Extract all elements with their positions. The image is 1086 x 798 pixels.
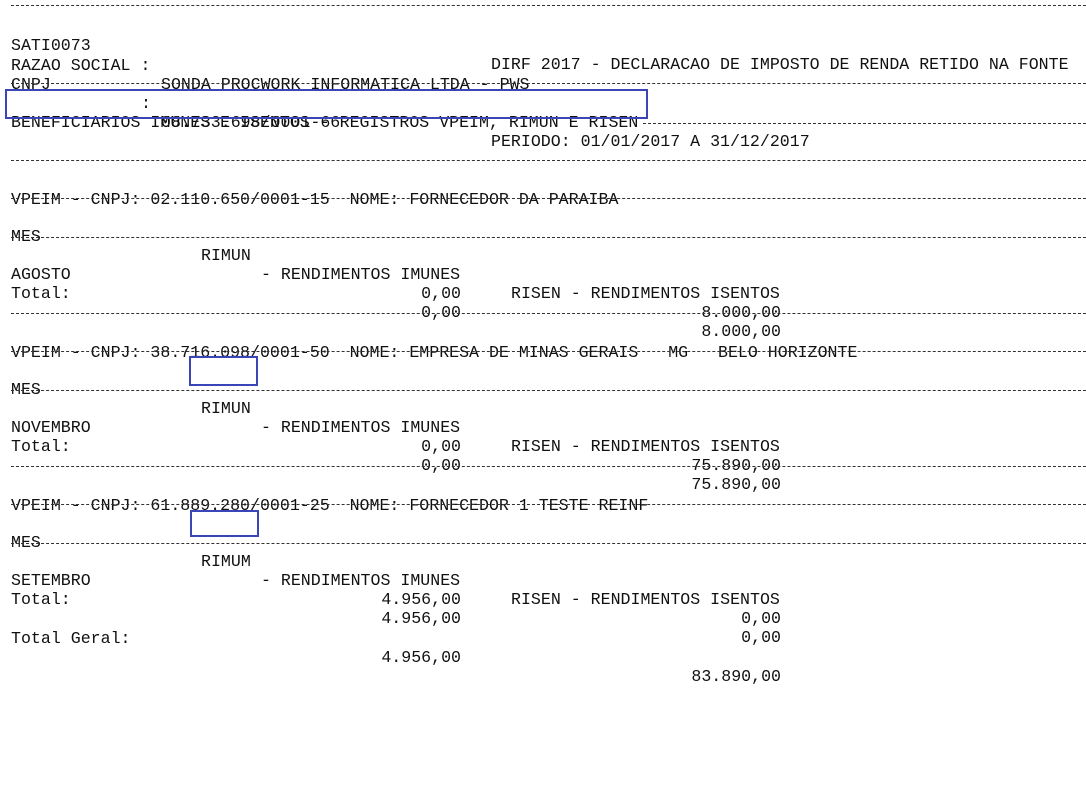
row-isentos: 75.890,00 <box>691 475 781 494</box>
grand-total-row: Total Geral: 4.956,00 83.890,00 <box>11 610 781 686</box>
col-rimun-rest: - RENDIMENTOS IMUNES <box>251 571 461 590</box>
column-header-2: MES RIMUN - RENDIMENTOS IMUNES RISEN - R… <box>11 361 780 456</box>
divider-block-2-head <box>11 351 1086 352</box>
vpeim-record: VPEIM - CNPJ: 02.110.650/0001-15 NOME: F… <box>11 190 619 209</box>
divider-section <box>643 123 1086 124</box>
col-rimun-rest: - RENDIMENTOS IMUNES <box>251 418 461 437</box>
column-header-3: MES RIMUM - RENDIMENTOS IMUNES RISEN - R… <box>11 514 780 609</box>
header-line-3: CNPJ : 08.733.698/0001-66 PERIODO: 01/01… <box>11 56 810 151</box>
periodo: PERIODO: 01/01/2017 A 31/12/2017 <box>491 132 810 151</box>
divider-block-2-rows <box>11 390 1086 391</box>
divider-block-3-head <box>11 504 1086 505</box>
row-imunes: 0,00 <box>421 284 461 303</box>
col-rimun-rest: - RENDIMENTOS IMUNES <box>251 265 461 284</box>
divider-block-1-rows <box>11 237 1086 238</box>
row-isentos: 8.000,00 <box>701 322 781 341</box>
report-title: DIRF 2017 - DECLARACAO DE IMPOSTO DE REN… <box>491 55 1069 74</box>
highlight-box-rimum <box>190 510 259 537</box>
row-isentos: 0,00 <box>741 609 781 628</box>
table-row: AGOSTO 0,00 8.000,00 <box>11 246 781 322</box>
row-imunes: 4.956,00 <box>381 609 461 628</box>
col-rimun-code: RIMUN <box>201 399 251 418</box>
highlight-box-rimun <box>189 356 258 386</box>
vpeim-line-1: VPEIM - CNPJ: 02.110.650/0001-15 NOME: F… <box>11 171 618 209</box>
divider-top <box>11 5 1086 6</box>
col-rimun-code: RIMUN <box>201 246 251 265</box>
vpeim-line-3: VPEIM - CNPJ: 61.889.280/0001-25 NOME: F… <box>11 477 648 515</box>
table-row-total: Total: 0,00 75.890,00 <box>11 418 781 494</box>
highlight-box-section-title <box>5 89 648 119</box>
column-header-1: MES RIMUN - RENDIMENTOS IMUNES RISEN - R… <box>11 208 780 303</box>
table-row: NOVEMBRO 0,00 75.890,00 <box>11 399 781 475</box>
row-mes: Total: <box>11 284 71 303</box>
col-risen: RISEN - RENDIMENTOS ISENTOS <box>511 437 780 456</box>
dirf-report: SATI0073 DIRF 2017 - DECLARACAO DE IMPOS… <box>11 0 1086 798</box>
divider-block-3 <box>11 466 1086 467</box>
row-imunes: 0,00 <box>421 437 461 456</box>
row-isentos: 0,00 <box>741 628 781 647</box>
col-risen: RISEN - RENDIMENTOS ISENTOS <box>511 590 780 609</box>
col-risen: RISEN - RENDIMENTOS ISENTOS <box>511 284 780 303</box>
divider-block-1 <box>11 160 1086 161</box>
grand-total-imunes: 4.956,00 <box>381 648 461 667</box>
divider-block-1-head <box>11 198 1086 199</box>
col-rimun-code: RIMUM <box>201 552 251 571</box>
divider-block-3-rows <box>11 543 1086 544</box>
vpeim-line-2: VPEIM - CNPJ: 38.716.098/0001-50 NOME: E… <box>11 324 857 362</box>
table-row-total: Total: 4.956,00 0,00 <box>11 571 781 647</box>
header-line-1: SATI0073 DIRF 2017 - DECLARACAO DE IMPOS… <box>11 17 1069 74</box>
table-row: SETEMBRO 4.956,00 0,00 <box>11 552 781 628</box>
row-mes: Total: <box>11 590 71 609</box>
header-line-2: RAZAO SOCIAL : SONDA PROCWORK INFORMATIC… <box>11 37 529 94</box>
grand-total-label: Total Geral: <box>11 629 131 648</box>
row-mes: Total: <box>11 437 71 456</box>
grand-total-isentos: 83.890,00 <box>691 667 781 686</box>
row-imunes: 4.956,00 <box>381 590 461 609</box>
table-row-total: Total: 0,00 8.000,00 <box>11 265 781 341</box>
vpeim-record: VPEIM - CNPJ: 38.716.098/0001-50 NOME: E… <box>11 343 858 362</box>
vpeim-record: VPEIM - CNPJ: 61.889.280/0001-25 NOME: F… <box>11 496 649 515</box>
divider-block-2 <box>11 313 1086 314</box>
divider-header <box>11 83 1086 84</box>
